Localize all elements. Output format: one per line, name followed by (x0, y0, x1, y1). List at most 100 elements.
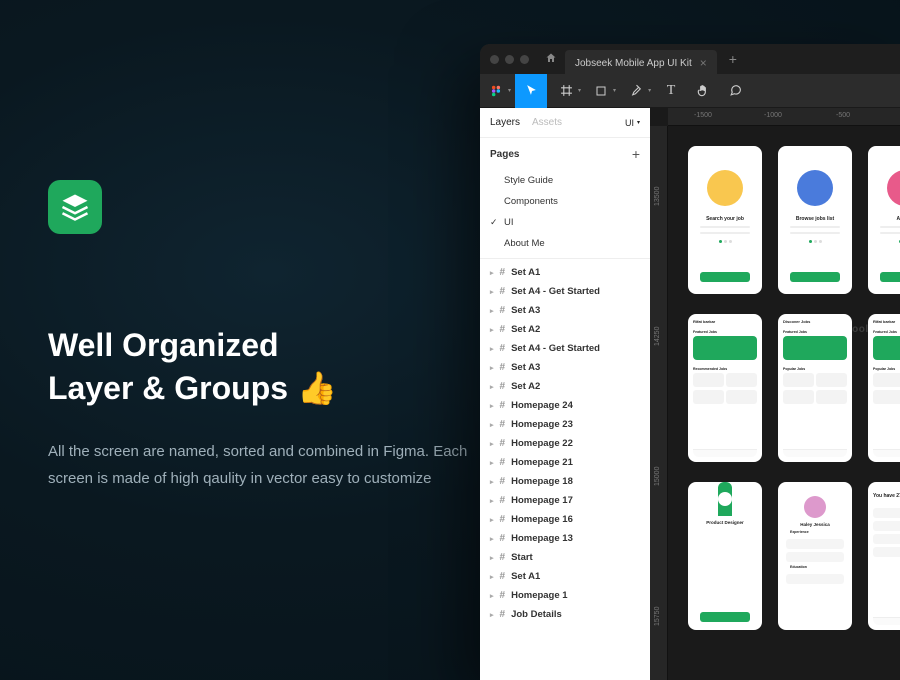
frame-item[interactable]: ▸#Set A3 (480, 301, 650, 320)
artboard-onboarding[interactable]: Apply t (868, 146, 900, 294)
frame-icon: # (500, 400, 506, 411)
frame-item[interactable]: ▸#Set A2 (480, 320, 650, 339)
frame-item[interactable]: ▸#Set A4 - Get Started (480, 339, 650, 358)
frame-icon: # (500, 419, 506, 430)
tab-assets[interactable]: Assets (532, 117, 562, 128)
frame-icon: # (500, 305, 506, 316)
window-titlebar: Jobseek Mobile App UI Kit × + (480, 44, 900, 74)
chevron-down-icon: ▾ (637, 119, 640, 126)
page-item[interactable]: Components (480, 191, 650, 212)
artboard-title: Browse jobs list (796, 216, 834, 222)
promo-title: Well Organized Layer & Groups 👍 (48, 324, 468, 410)
file-tab-label: Jobseek Mobile App UI Kit (575, 58, 692, 69)
chevron-right-icon: ▸ (490, 459, 494, 467)
frame-item[interactable]: ▸#Job Details (480, 605, 650, 624)
artboard-profile[interactable]: Haley Jessica Experience Education (778, 482, 852, 630)
frame-item[interactable]: ▸#Homepage 18 (480, 472, 650, 491)
chevron-right-icon: ▸ (490, 592, 494, 600)
artboard-home[interactable]: Rifat barkar Featured Jobs Popular Jobs (868, 314, 900, 462)
chevron-right-icon: ▸ (490, 326, 494, 334)
page-item[interactable]: Style Guide (480, 170, 650, 191)
tab-bar (693, 449, 757, 457)
frame-item[interactable]: ▸#Homepage 22 (480, 434, 650, 453)
page-dots (809, 240, 822, 243)
artboard-onboarding[interactable]: Browse jobs list (778, 146, 852, 294)
frame-icon: # (500, 552, 506, 563)
frame-icon: # (500, 438, 506, 449)
frame-label: Set A1 (511, 571, 540, 582)
chevron-right-icon: ▸ (490, 421, 494, 429)
layers-app-icon (48, 180, 102, 234)
traffic-minimize[interactable] (505, 55, 514, 64)
chevron-right-icon: ▸ (490, 383, 494, 391)
frame-label: Homepage 24 (511, 400, 573, 411)
frame-icon: # (500, 457, 506, 468)
text-tool-icon[interactable]: T (655, 74, 687, 108)
frame-item[interactable]: ▸#Homepage 16 (480, 510, 650, 529)
frame-item[interactable]: ▸#Homepage 24 (480, 396, 650, 415)
add-page-button[interactable]: + (632, 146, 640, 162)
chevron-right-icon: ▸ (490, 611, 494, 619)
page-dots (719, 240, 732, 243)
detail-title: Product Designer (706, 520, 744, 525)
new-tab-button[interactable]: + (729, 51, 737, 67)
traffic-close[interactable] (490, 55, 499, 64)
page-item[interactable]: About Me (480, 233, 650, 254)
frame-label: Homepage 18 (511, 476, 573, 487)
artboard-onboarding[interactable]: Search your job (688, 146, 762, 294)
tab-bar (873, 449, 900, 457)
figma-menu-icon[interactable] (480, 74, 512, 108)
frame-icon: # (500, 476, 506, 487)
figma-canvas[interactable]: -1500-1000-500 13500142501500015750 Sear… (650, 108, 900, 680)
detail-header (718, 482, 732, 516)
frame-item[interactable]: ▸#Set A4 - Get Started (480, 282, 650, 301)
chevron-right-icon: ▸ (490, 440, 494, 448)
frame-icon: # (500, 533, 506, 544)
comment-tool-icon[interactable] (719, 74, 751, 108)
frame-icon: # (500, 571, 506, 582)
artboard-title: Search your job (706, 216, 744, 222)
pages-label: Pages (490, 149, 519, 160)
frame-item[interactable]: ▸#Set A1 (480, 567, 650, 586)
hand-tool-icon[interactable] (687, 74, 719, 108)
move-tool-icon[interactable] (515, 74, 547, 108)
chevron-right-icon: ▸ (490, 554, 494, 562)
chevron-right-icon: ▸ (490, 497, 494, 505)
artboard-title: Apply t (897, 216, 900, 222)
artboard-applications[interactable]: You have 27 Applicat (868, 482, 900, 630)
frame-item[interactable]: ▸ # Homepage 23 (480, 415, 650, 434)
layers-panel: Layers Assets UI ▾ Pages + Style GuideCo… (480, 108, 650, 680)
frame-icon: # (500, 362, 506, 373)
close-icon[interactable]: × (700, 56, 707, 70)
frames-list: ▸#Set A1▸#Set A4 - Get Started▸#Set A3▸#… (480, 263, 650, 624)
artboard-home[interactable]: Discover Jobs Featured Jobs Popular Jobs (778, 314, 852, 462)
traffic-zoom[interactable] (520, 55, 529, 64)
apply-button (700, 612, 750, 622)
frame-tool-icon[interactable] (550, 74, 582, 108)
file-tab[interactable]: Jobseek Mobile App UI Kit × (565, 50, 717, 76)
artboard-detail[interactable]: Product Designer (688, 482, 762, 630)
pen-tool-icon[interactable] (620, 74, 652, 108)
tab-layers[interactable]: Layers (490, 117, 520, 128)
rectangle-tool-icon[interactable] (585, 74, 617, 108)
frame-item[interactable]: ▸#Start (480, 548, 650, 567)
home-icon[interactable] (545, 52, 557, 67)
tab-bar (873, 617, 900, 625)
chevron-right-icon: ▸ (490, 364, 494, 372)
frame-item[interactable]: ▸#Homepage 17 (480, 491, 650, 510)
frame-item[interactable]: ▸#Set A1 (480, 263, 650, 282)
frame-label: Homepage 17 (511, 495, 573, 506)
thumbs-up-emoji: 👍 (297, 370, 337, 406)
page-selector[interactable]: UI ▾ (625, 118, 640, 128)
frame-label: Homepage 23 (511, 419, 573, 430)
chevron-right-icon: ▸ (490, 535, 494, 543)
frame-item[interactable]: ▸#Homepage 21 (480, 453, 650, 472)
page-item[interactable]: UI (480, 212, 650, 233)
frame-item[interactable]: ▸#Homepage 13 (480, 529, 650, 548)
frame-icon: # (500, 286, 506, 297)
frame-item[interactable]: ▸#Set A3 (480, 358, 650, 377)
frame-label: Homepage 16 (511, 514, 573, 525)
artboard-home[interactable]: Rifat barkar Featured Jobs Recommended J… (688, 314, 762, 462)
frame-item[interactable]: ▸#Homepage 1 (480, 586, 650, 605)
frame-item[interactable]: ▸#Set A2 (480, 377, 650, 396)
